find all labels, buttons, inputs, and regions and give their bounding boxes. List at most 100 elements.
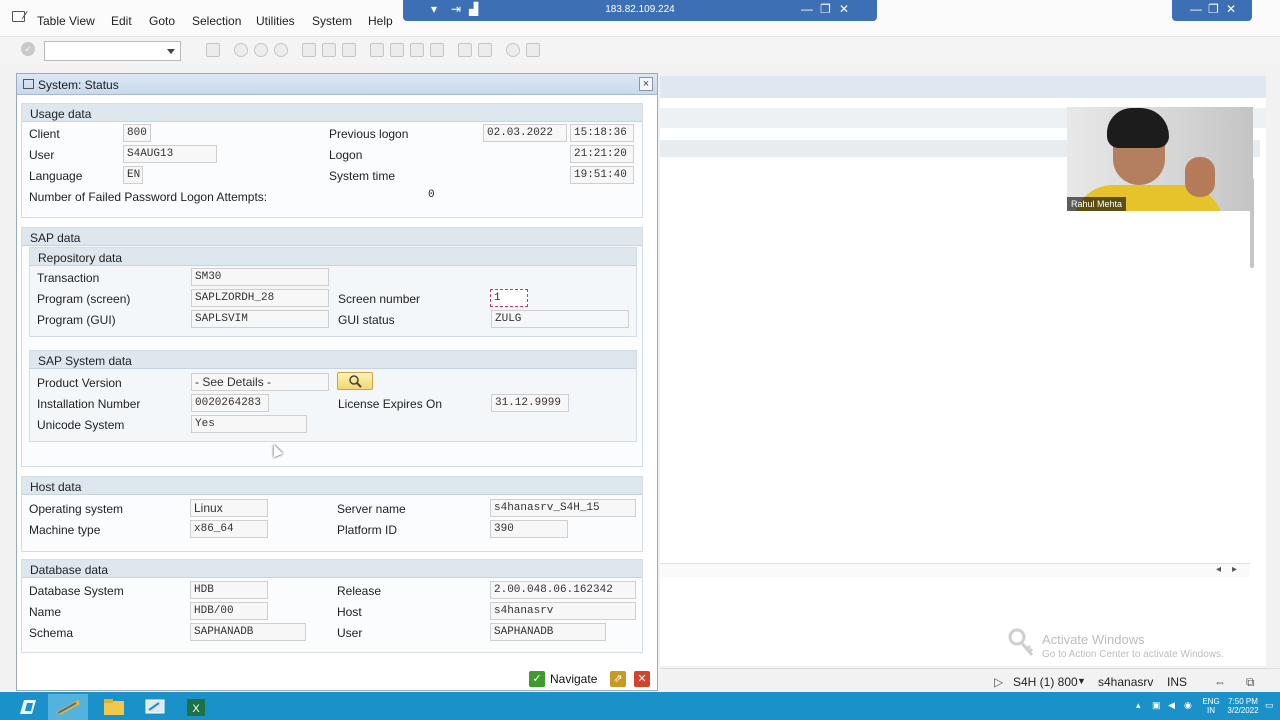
minimize-icon[interactable]: — [801, 2, 813, 16]
dialog-title-bar[interactable]: System: Status × [17, 74, 657, 95]
previous-logon-label: Previous logon [329, 127, 409, 141]
cancel-button[interactable]: ✕ [634, 671, 650, 687]
layout-menu-icon[interactable] [526, 43, 540, 57]
command-field[interactable] [44, 41, 181, 61]
last-page-icon[interactable] [430, 43, 444, 57]
database-name-field[interactable]: HDB/00 [190, 602, 268, 620]
database-data-header: Database data [22, 560, 642, 578]
database-system-field[interactable]: HDB [190, 581, 268, 599]
start-icon[interactable] [10, 694, 50, 720]
close-icon[interactable]: ✕ [1226, 2, 1236, 16]
screen-number-field[interactable]: 1 [490, 289, 528, 307]
security-icon[interactable]: ◉ [1184, 701, 1192, 710]
transaction-field[interactable]: SM30 [191, 268, 329, 286]
product-details-button[interactable] [337, 372, 373, 390]
close-button[interactable]: × [639, 77, 653, 91]
menu-utilities[interactable]: Utilities [256, 14, 295, 28]
release-field[interactable]: 2.00.048.06.162342 [490, 581, 636, 599]
db-user-field[interactable]: SAPHANADB [490, 623, 606, 641]
operating-system-field[interactable]: Linux [190, 499, 268, 517]
gui-status-field[interactable]: ZULG [491, 310, 629, 328]
new-session-icon[interactable] [458, 43, 472, 57]
sap-data-header: SAP data [22, 228, 642, 246]
chevron-down-icon[interactable] [167, 49, 175, 54]
previous-logon-time[interactable]: 15:18:36 [570, 124, 634, 142]
logon-time[interactable]: 21:21:20 [570, 145, 634, 163]
excel-icon[interactable]: X [176, 694, 216, 720]
menu-system[interactable]: System [312, 14, 352, 28]
menu-table-view[interactable]: Table View [37, 14, 95, 28]
host-data-group: Host data Operating system Linux Machine… [21, 476, 643, 552]
scroll-left-icon[interactable]: ◂ [1216, 564, 1221, 575]
accept-button[interactable]: ✓ [529, 671, 545, 687]
help-icon[interactable] [506, 43, 520, 57]
save-icon[interactable] [206, 43, 220, 57]
previous-logon-date[interactable]: 02.03.2022 [483, 124, 567, 142]
find-icon[interactable] [322, 43, 336, 57]
copy-icon[interactable]: ⇗ [610, 671, 626, 687]
menu-goto[interactable]: Goto [149, 14, 175, 28]
system-time[interactable]: 19:51:40 [570, 166, 634, 184]
menu-edit-icon[interactable] [12, 11, 25, 22]
navigate-button[interactable]: Navigate [550, 671, 606, 687]
key-icon [1008, 628, 1034, 658]
first-page-icon[interactable] [370, 43, 384, 57]
notifications-icon[interactable]: ▭ [1265, 701, 1274, 710]
tray-overflow-icon[interactable]: ▴ [1136, 701, 1141, 710]
shortcut-icon[interactable] [478, 43, 492, 57]
language-field[interactable]: EN [123, 166, 143, 184]
vertical-scrollbar[interactable] [1246, 160, 1260, 560]
user-field[interactable]: S4AUG13 [123, 145, 217, 163]
window-icon[interactable]: ⧉ [1246, 675, 1255, 690]
input-language[interactable]: ENG IN [1201, 697, 1221, 715]
repository-data-group: Repository data Transaction SM30 Program… [29, 247, 637, 337]
remote-desktop-icon[interactable] [135, 694, 175, 720]
cancel-icon[interactable] [274, 43, 288, 57]
next-page-icon[interactable] [410, 43, 424, 57]
network-icon[interactable]: ▣ [1152, 701, 1161, 710]
db-host-field[interactable]: s4hanasrv [490, 602, 636, 620]
print-icon[interactable] [302, 43, 316, 57]
enter-icon[interactable]: ✓ [21, 42, 35, 56]
server-name-field[interactable]: s4hanasrv_S4H_15 [490, 499, 636, 517]
restore-icon[interactable]: ❐ [820, 2, 831, 16]
volume-icon[interactable]: ◀ [1168, 701, 1175, 710]
client-field[interactable]: 800 [123, 124, 151, 142]
installation-number-field[interactable]: 0020264283 [191, 394, 269, 412]
presenter-hand [1185, 157, 1215, 197]
minimize-icon[interactable]: — [1190, 2, 1202, 16]
find-next-icon[interactable] [342, 43, 356, 57]
back-icon[interactable] [234, 43, 248, 57]
background-header [660, 76, 1266, 98]
close-icon[interactable]: ✕ [839, 2, 849, 16]
exit-icon[interactable] [254, 43, 268, 57]
window-controls: — ❐ ✕ [1172, 0, 1252, 21]
status-system[interactable]: S4H (1) 800 [1013, 675, 1078, 689]
chevron-down-icon[interactable]: ▼ [1077, 676, 1086, 686]
menu-selection[interactable]: Selection [192, 14, 241, 28]
unicode-system-field[interactable]: Yes [191, 415, 307, 433]
license-expires-field[interactable]: 31.12.9999 [491, 394, 569, 412]
clock[interactable]: 7:50 PM 3/2/2022 [1226, 697, 1260, 715]
schema-field[interactable]: SAPHANADB [190, 623, 306, 641]
horizontal-scrollbar[interactable]: ◂ ▸ [660, 563, 1250, 577]
product-version-field[interactable]: - See Details - [191, 373, 329, 391]
previous-page-icon[interactable] [390, 43, 404, 57]
play-icon[interactable]: ▷ [994, 675, 1003, 689]
menu-edit[interactable]: Edit [111, 14, 132, 28]
scroll-right-icon[interactable]: ▸ [1232, 564, 1237, 575]
layout-icon[interactable]: ⇔ [1214, 675, 1226, 689]
restore-icon[interactable]: ❐ [1208, 2, 1219, 16]
menu-help[interactable]: Help [368, 14, 393, 28]
platform-id-field[interactable]: 390 [490, 520, 568, 538]
file-explorer-icon[interactable] [94, 694, 134, 720]
svg-text:X: X [192, 703, 200, 715]
program-screen-field[interactable]: SAPLZORDH_28 [191, 289, 329, 307]
failed-logon-label: Number of Failed Password Logon Attempts… [29, 190, 268, 204]
sap-logon-icon[interactable] [48, 694, 88, 720]
machine-type-field[interactable]: x86_64 [190, 520, 268, 538]
program-gui-field[interactable]: SAPLSVIM [191, 310, 329, 328]
dialog-icon [23, 79, 34, 89]
db-host-label: Host [337, 605, 362, 619]
gui-status-label: GUI status [338, 313, 395, 327]
